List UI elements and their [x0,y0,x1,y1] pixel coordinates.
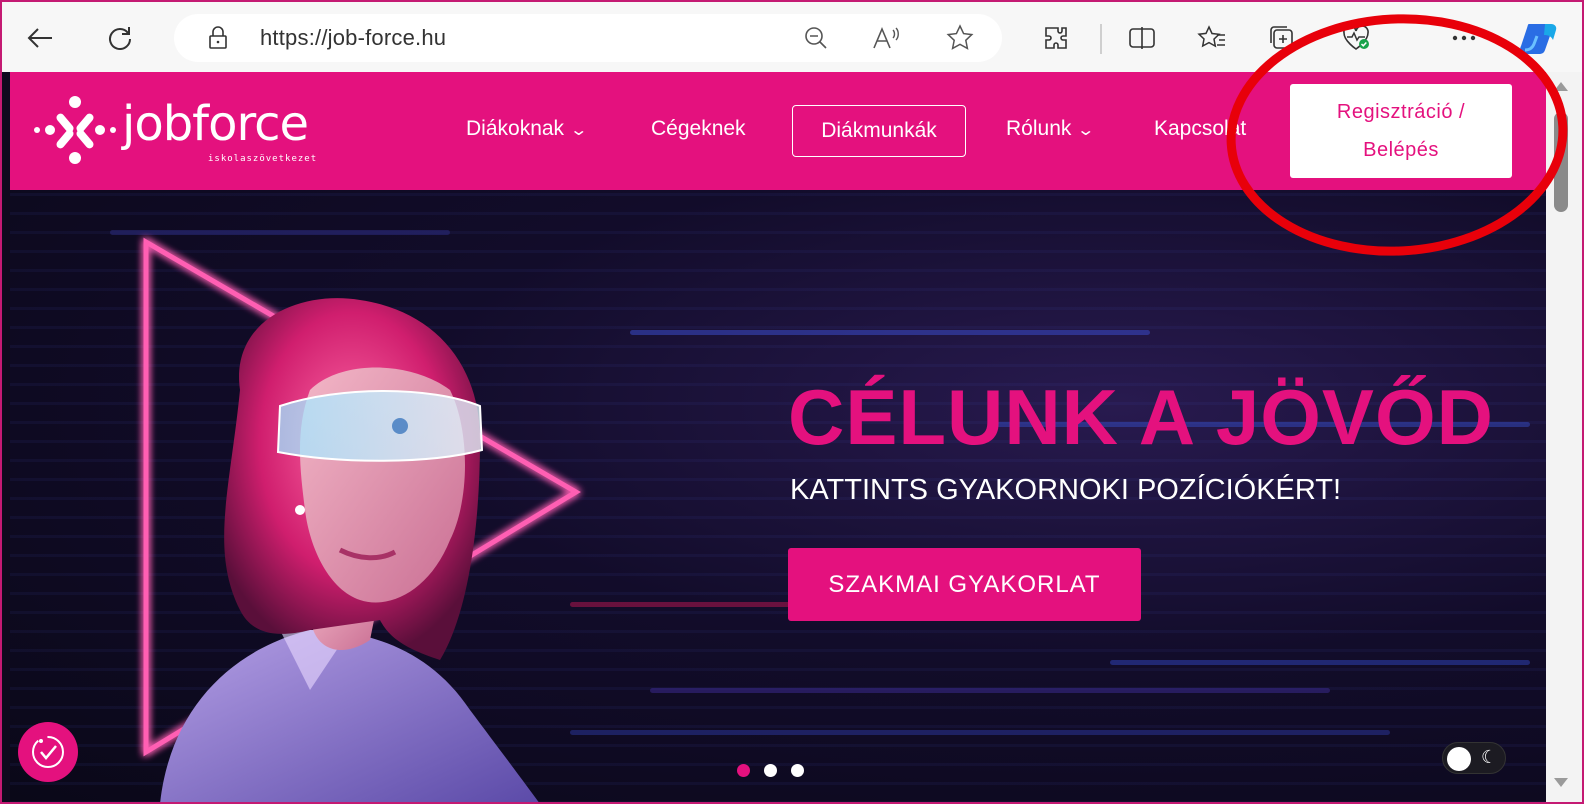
more-icon[interactable] [1446,20,1482,56]
browser-toolbar: https://job-force.hu [2,2,1582,72]
site-header: jobforce iskolaszövetkezet Diákoknak ⌄ Cé… [10,72,1546,190]
chevron-down-icon: ⌄ [1076,122,1096,139]
toolbar-divider [1100,24,1102,54]
browser-window: https://job-force.hu jobforce iskolaszöv… [0,0,1584,804]
collections-icon[interactable] [1264,20,1300,56]
favorite-star-icon[interactable] [942,20,978,56]
favorites-icon[interactable] [1194,20,1230,56]
site-logo[interactable]: jobforce iskolaszövetkezet [30,90,350,170]
refresh-icon[interactable] [102,20,138,56]
hero-banner: CÉLUNK A JÖVŐD KATTINTS GYAKORNOKI POZÍC… [10,190,1546,802]
hero-subtitle: KATTINTS GYAKORNOKI POZÍCIÓKÉRT! [790,474,1342,506]
toggle-knob [1447,747,1471,771]
accessibility-button[interactable] [18,722,78,782]
zoom-out-icon[interactable] [798,20,834,56]
nav-cegeknek[interactable]: Cégeknek [651,117,746,141]
nav-kapcsolat[interactable]: Kapcsolat [1154,117,1246,141]
cta-label: SZAKMAI GYAKORLAT [828,570,1101,598]
hero-woman-image [160,298,539,802]
chevron-down-icon: ⌄ [569,122,589,139]
logo-wordmark: jobforce [122,96,309,152]
carousel-dot[interactable] [791,764,804,777]
hero-title: CÉLUNK A JÖVŐD [788,373,1494,461]
carousel-dot[interactable] [764,764,777,777]
jobforce-logo-icon [34,96,116,164]
dark-mode-toggle[interactable]: ☾ [1442,742,1506,774]
scroll-up-arrow-icon[interactable] [1554,82,1568,91]
logo-subtitle: iskolaszövetkezet [208,154,318,164]
szakmai-gyakorlat-button[interactable]: SZAKMAI GYAKORLAT [788,548,1141,621]
lock-icon[interactable] [200,20,236,56]
nav-diakmunkak-label: Diákmunkák [821,119,937,142]
carousel-dot-active[interactable] [737,764,750,777]
background-streak [650,688,1330,693]
copilot-icon[interactable] [1516,20,1562,56]
read-aloud-icon[interactable] [868,20,904,56]
scroll-thumb[interactable] [1554,112,1568,212]
background-streak [1110,660,1530,665]
register-login-button[interactable]: Regisztráció / Belépés [1290,84,1512,178]
background-streak [630,330,1150,335]
extensions-icon[interactable] [1038,20,1074,56]
back-arrow-icon[interactable] [22,20,58,56]
address-bar[interactable]: https://job-force.hu [174,14,1002,62]
accessibility-icon [32,736,64,768]
nav-kapcsolat-label: Kapcsolat [1154,117,1247,140]
nav-diakoknak[interactable]: Diákoknak ⌄ [466,117,589,141]
nav-rolunk-label: Rólunk [1006,117,1072,140]
moon-icon: ☾ [1481,747,1498,767]
background-streak [570,730,1390,735]
login-label: Belépés [1363,139,1439,161]
scroll-down-arrow-icon[interactable] [1554,778,1568,787]
register-label: Regisztráció / [1336,101,1466,123]
nav-diakoknak-label: Diákoknak [466,117,565,140]
nav-diakmunkak[interactable]: Diákmunkák [792,105,966,157]
nav-cegeknek-label: Cégeknek [651,117,746,140]
split-screen-icon[interactable] [1124,20,1160,56]
browser-essentials-icon[interactable] [1338,20,1374,56]
nav-rolunk[interactable]: Rólunk ⌄ [1006,117,1096,141]
url-text[interactable]: https://job-force.hu [260,25,446,51]
page-scrollbar[interactable] [1546,72,1582,802]
